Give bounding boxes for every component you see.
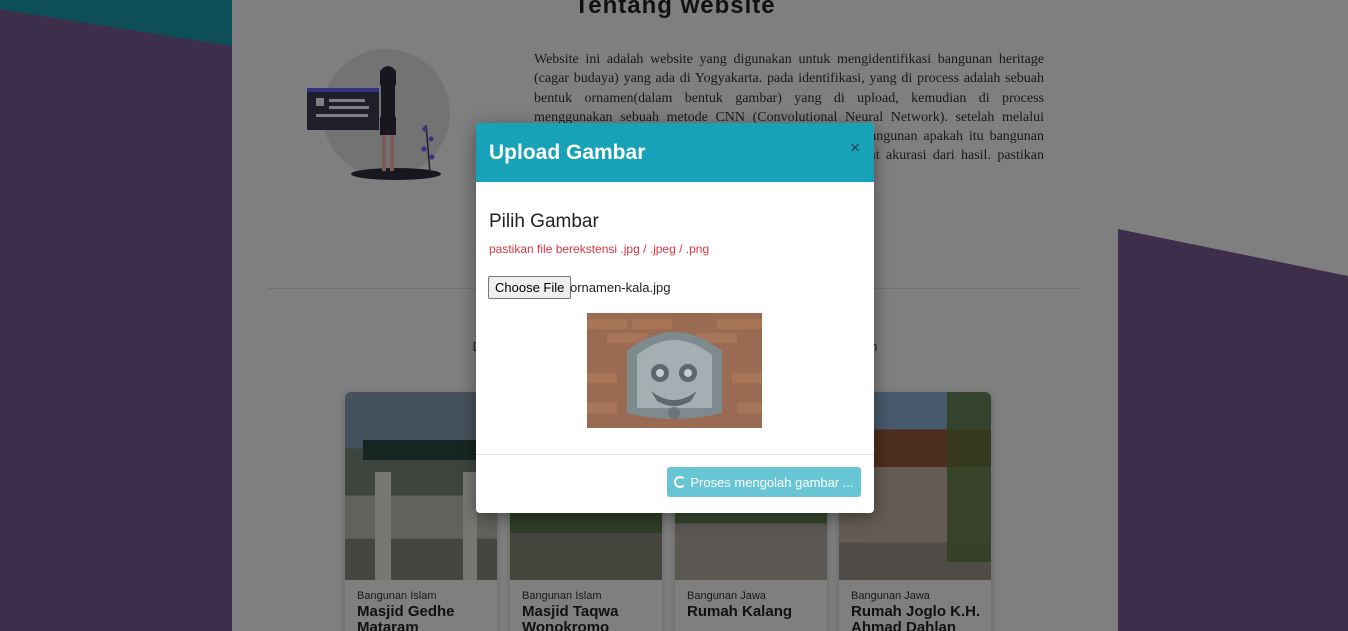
modal-title: Upload Gambar <box>489 141 646 164</box>
close-icon[interactable]: × <box>850 138 860 158</box>
modal-footer: Proses mengolah gambar ... <box>476 455 874 513</box>
spinner-icon <box>674 476 687 488</box>
process-button-label: Proses mengolah gambar ... <box>690 474 854 490</box>
modal-header: Upload Gambar × <box>476 123 874 182</box>
selected-file-name: ornamen-kala.jpg <box>570 280 671 295</box>
modal-body: Pilih Gambar pastikan file berekstensi .… <box>476 182 874 455</box>
pick-image-title: Pilih Gambar <box>489 211 599 232</box>
choose-file-button[interactable]: Choose File <box>488 276 572 299</box>
process-button[interactable]: Proses mengolah gambar ... <box>667 467 861 497</box>
upload-modal: Upload Gambar × Pilih Gambar pastikan fi… <box>476 123 874 513</box>
file-extension-hint: pastikan file berekstensi .jpg / .jpeg /… <box>489 242 710 256</box>
image-preview <box>587 313 762 428</box>
